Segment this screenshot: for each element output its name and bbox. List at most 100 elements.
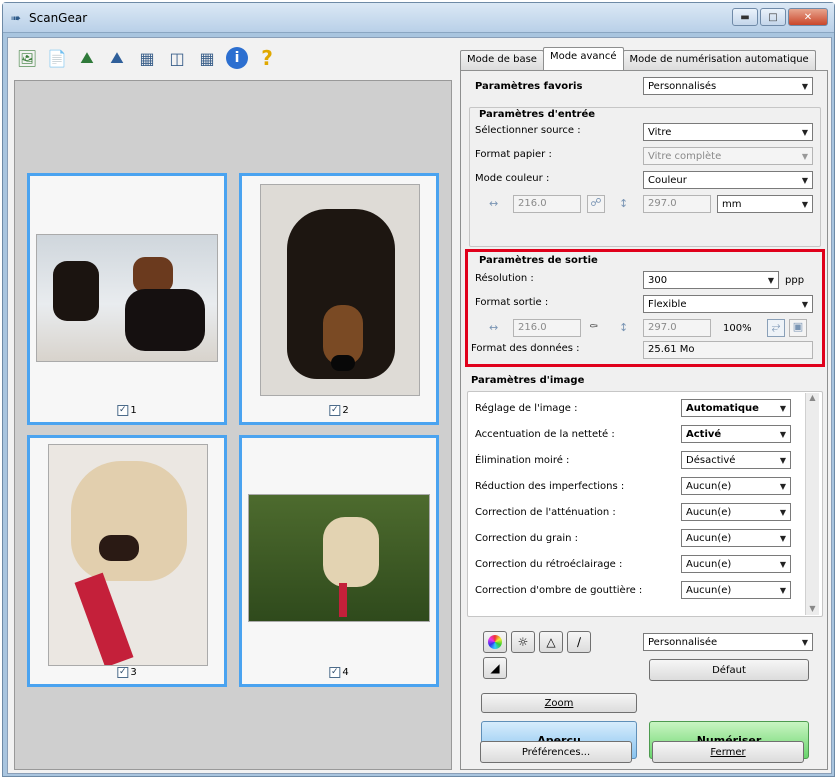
thumbnail-view-icon[interactable]: ▦ <box>194 45 220 71</box>
thumbnail-checkbox[interactable]: ✓ <box>329 667 341 678</box>
chevron-down-icon: ▼ <box>779 507 786 517</box>
color-mode-value: Couleur <box>648 174 687 186</box>
output-width-field[interactable]: 216.0 <box>513 319 581 337</box>
close-button[interactable]: Fermer <box>652 741 804 763</box>
maximize-button[interactable]: □ <box>760 8 786 26</box>
thumbnail-4[interactable]: ✓ 4 <box>239 435 439 687</box>
image-setting-label: Correction d'ombre de gouttière : <box>475 585 643 596</box>
thumbnail-checkbox[interactable]: ✓ <box>117 667 129 678</box>
thumbnail-2[interactable]: ✓ 2 <box>239 173 439 425</box>
thumbnail-image <box>36 234 218 362</box>
brightness-button[interactable]: ☼ <box>511 631 535 653</box>
thumbnail-checkbox[interactable]: ✓ <box>329 405 341 416</box>
backlight-value: Aucun(e) <box>686 558 732 570</box>
thumbnail-checkbox[interactable]: ✓ <box>117 405 129 416</box>
output-format-label: Format sortie : <box>475 297 549 308</box>
zoom-out-icon[interactable]: ⛰ <box>104 45 130 71</box>
app-icon: ➠ <box>11 11 22 25</box>
close-label: Fermer <box>710 746 746 758</box>
adjust-preset-select[interactable]: Personnalisée ▼ <box>643 633 813 651</box>
image-adjust-value: Automatique <box>686 402 759 414</box>
list-view-icon[interactable]: ◫ <box>164 45 190 71</box>
close-window-button[interactable]: ✕ <box>788 8 828 26</box>
tab-basic-mode[interactable]: Mode de base <box>460 50 544 70</box>
input-settings-heading: Paramètres d'entrée <box>479 109 596 120</box>
chevron-down-icon: ▼ <box>779 585 786 595</box>
chevron-down-icon: ▼ <box>767 275 774 285</box>
backlight-select[interactable]: Aucun(e) ▼ <box>681 555 791 573</box>
link-icon: ⚰ <box>589 320 599 333</box>
histogram-icon: △ <box>546 635 556 649</box>
moire-select[interactable]: Désactivé ▼ <box>681 451 791 469</box>
chevron-down-icon: ▼ <box>801 151 808 161</box>
paper-size-value: Vitre complète <box>648 150 722 162</box>
preferences-label: Préférences... <box>521 746 591 758</box>
image-setting-label: Correction du grain : <box>475 533 579 544</box>
zoom-button[interactable]: Zoom <box>481 693 637 713</box>
thumbnail-3[interactable]: ✓ 3 <box>27 435 227 687</box>
image-settings-scrollbar[interactable]: ▲ ▼ <box>805 393 819 615</box>
input-width-field[interactable]: 216.0 <box>513 195 581 213</box>
sharpness-select[interactable]: Activé ▼ <box>681 425 791 443</box>
advanced-mode-panel: Paramètres favoris Personnalisés ▼ Paramè… <box>460 70 828 770</box>
scangear-window: ➠ ScanGear ▬ □ ✕ 🖼 📄 ⛰ ⛰ ▦ ◫ ▦ i ? ✓ 1 ✓… <box>2 2 835 777</box>
scroll-down-icon[interactable]: ▼ <box>806 604 819 613</box>
scale-value: 100% <box>723 323 752 334</box>
color-wheel-icon <box>488 635 502 649</box>
chevron-down-icon: ▼ <box>801 81 808 91</box>
minimize-button[interactable]: ▬ <box>732 8 758 26</box>
new-page-icon[interactable]: 📄 <box>44 45 70 71</box>
fit-icon[interactable]: ▣ <box>789 319 807 337</box>
tab-advanced-mode[interactable]: Mode avancé <box>542 47 624 70</box>
swap-orientation-icon[interactable]: ⥂ <box>767 319 785 337</box>
preferences-button[interactable]: Préférences... <box>480 741 632 763</box>
tone-curve-button[interactable]: ∕ <box>567 631 591 653</box>
help-icon[interactable]: ? <box>254 45 280 71</box>
close-icon: ✕ <box>803 11 813 23</box>
chevron-down-icon: ▼ <box>779 455 786 465</box>
output-format-select[interactable]: Flexible ▼ <box>643 295 813 313</box>
image-setting-label: Élimination moiré : <box>475 455 570 466</box>
grain-value: Aucun(e) <box>686 532 732 544</box>
scroll-up-icon[interactable]: ▲ <box>806 393 819 402</box>
unit-value: mm <box>722 198 742 210</box>
output-height-field[interactable]: 297.0 <box>643 319 711 337</box>
favorites-select[interactable]: Personnalisés ▼ <box>643 77 813 95</box>
default-button[interactable]: Défaut <box>649 659 809 681</box>
resolution-value: 300 <box>648 274 668 286</box>
aspect-lock-icon[interactable]: ☍ <box>587 195 605 213</box>
dust-value: Aucun(e) <box>686 480 732 492</box>
client-area: 🖼 📄 ⛰ ⛰ ▦ ◫ ▦ i ? ✓ 1 ✓ 2 ✓ 3 ✓ 4 Mode d… <box>7 37 832 774</box>
image-adjust-select[interactable]: Automatique ▼ <box>681 399 791 417</box>
resolution-select[interactable]: 300 ▼ <box>643 271 779 289</box>
color-balance-button[interactable] <box>483 631 507 653</box>
thumbnail-image <box>248 494 430 622</box>
dust-select[interactable]: Aucun(e) ▼ <box>681 477 791 495</box>
width-icon: ↔ <box>489 321 499 334</box>
histogram-button[interactable]: △ <box>539 631 563 653</box>
thumbnail-1[interactable]: ✓ 1 <box>27 173 227 425</box>
info-icon[interactable]: i <box>224 45 250 71</box>
chevron-down-icon: ▼ <box>801 299 808 309</box>
grain-select[interactable]: Aucun(e) ▼ <box>681 529 791 547</box>
scan-icon[interactable]: 🖼 <box>14 45 40 71</box>
color-mode-label: Mode couleur : <box>475 173 550 184</box>
data-size-field: 25.61 Mo <box>643 341 813 359</box>
unit-select[interactable]: mm ▼ <box>717 195 813 213</box>
source-select[interactable]: Vitre ▼ <box>643 123 813 141</box>
gutter-select[interactable]: Aucun(e) ▼ <box>681 581 791 599</box>
paper-size-select[interactable]: Vitre complète ▼ <box>643 147 813 165</box>
tab-auto-scan-mode[interactable]: Mode de numérisation automatique <box>622 50 816 70</box>
fading-select[interactable]: Aucun(e) ▼ <box>681 503 791 521</box>
color-mode-select[interactable]: Couleur ▼ <box>643 171 813 189</box>
input-height-field[interactable]: 297.0 <box>643 195 711 213</box>
threshold-button[interactable]: ◢ <box>483 657 507 679</box>
chevron-down-icon: ▼ <box>779 559 786 569</box>
zoom-in-icon[interactable]: ⛰ <box>74 45 100 71</box>
image-setting-label: Accentuation de la netteté : <box>475 429 615 440</box>
image-setting-label: Correction de l'atténuation : <box>475 507 616 518</box>
zoom-label: Zoom <box>544 697 574 709</box>
favorites-value: Personnalisés <box>648 80 717 92</box>
resolution-unit: ppp <box>785 275 805 286</box>
grid-view-icon[interactable]: ▦ <box>134 45 160 71</box>
